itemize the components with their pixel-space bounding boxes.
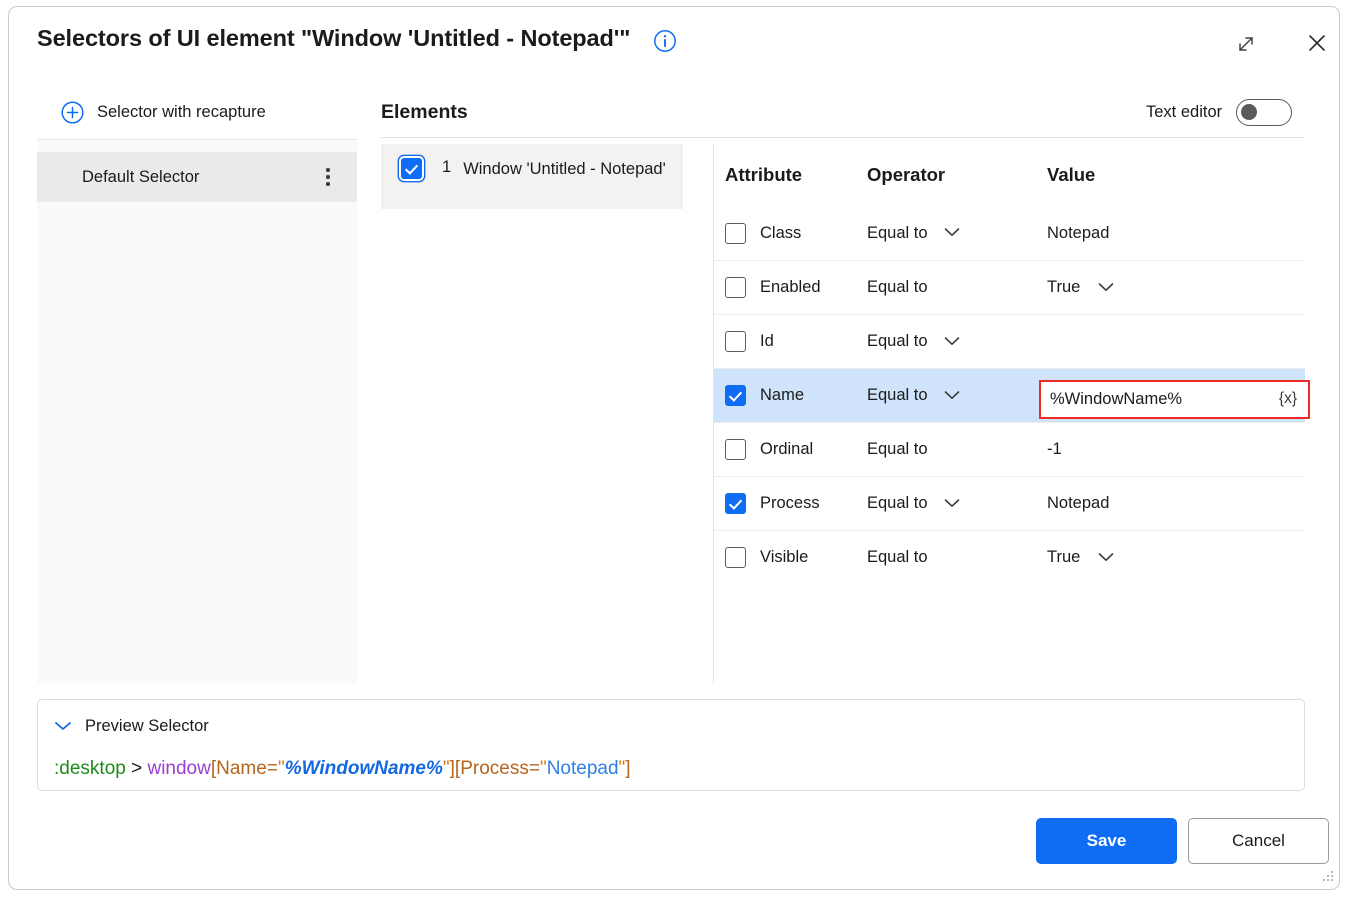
text-editor-toggle[interactable] bbox=[1236, 99, 1292, 126]
text-editor-toggle-group: Text editor bbox=[1146, 99, 1292, 126]
page-title: Selectors of UI element "Window 'Untitle… bbox=[37, 25, 630, 52]
value-dropdown-chevron-down-icon[interactable] bbox=[1098, 279, 1114, 297]
list-item[interactable]: 1 Window 'Untitled - Notepad' bbox=[381, 144, 683, 209]
selectors-sidebar: Selector with recapture Default Selector bbox=[37, 85, 357, 683]
attribute-name: Enabled bbox=[760, 278, 821, 297]
column-header-value: Value bbox=[1047, 164, 1095, 186]
column-header-attribute: Attribute bbox=[725, 164, 867, 186]
text-editor-label: Text editor bbox=[1146, 103, 1222, 122]
variable-picker-button[interactable]: {x} bbox=[1279, 390, 1297, 408]
element-index: 1 bbox=[442, 158, 451, 177]
value-text: Notepad bbox=[1047, 494, 1109, 513]
table-row[interactable]: Id Equal to bbox=[714, 314, 1305, 368]
chevron-down-icon bbox=[54, 718, 72, 736]
code-token-desktop: :desktop bbox=[54, 758, 126, 779]
code-token-eq: = bbox=[529, 758, 540, 779]
preview-selector-box: Preview Selector :desktop > window[Name=… bbox=[37, 699, 1305, 791]
code-token-gt: > bbox=[126, 758, 148, 779]
code-token-brk: ] bbox=[625, 758, 630, 779]
elements-divider bbox=[381, 137, 1305, 138]
info-circle-icon[interactable] bbox=[653, 29, 677, 53]
table-row[interactable]: Enabled Equal to True bbox=[714, 260, 1305, 314]
value-text: -1 bbox=[1047, 440, 1062, 459]
operator-text: Equal to bbox=[867, 278, 928, 297]
code-token-str: Notepad bbox=[547, 758, 619, 779]
selectors-dialog: Selectors of UI element "Window 'Untitle… bbox=[8, 6, 1340, 890]
code-token-quote: " bbox=[278, 758, 285, 779]
operator-dropdown-chevron-down-icon[interactable] bbox=[944, 224, 960, 242]
value-text: True bbox=[1047, 548, 1080, 567]
operator-text: Equal to bbox=[867, 494, 928, 513]
attribute-checkbox[interactable] bbox=[725, 493, 746, 514]
attribute-name: Class bbox=[760, 224, 801, 243]
plus-circle-icon bbox=[61, 101, 84, 124]
dialog-titlebar: Selectors of UI element "Window 'Untitle… bbox=[9, 7, 1339, 73]
attribute-name: Process bbox=[760, 494, 820, 513]
toggle-knob bbox=[1241, 104, 1257, 120]
operator-text: Equal to bbox=[867, 386, 928, 405]
attribute-checkbox[interactable] bbox=[725, 331, 746, 352]
elements-list: 1 Window 'Untitled - Notepad' bbox=[381, 144, 693, 209]
cancel-button[interactable]: Cancel bbox=[1188, 818, 1329, 864]
attribute-checkbox[interactable] bbox=[725, 277, 746, 298]
table-row[interactable]: Visible Equal to True bbox=[714, 530, 1305, 584]
value-input[interactable]: %WindowName%{x} bbox=[1039, 380, 1310, 419]
value-dropdown-chevron-down-icon[interactable] bbox=[1098, 549, 1114, 567]
selector-with-recapture-label: Selector with recapture bbox=[97, 103, 266, 122]
table-row[interactable]: Ordinal Equal to -1 bbox=[714, 422, 1305, 476]
attribute-checkbox[interactable] bbox=[725, 547, 746, 568]
attribute-name: Ordinal bbox=[760, 440, 813, 459]
expand-diagonal-icon[interactable] bbox=[1231, 29, 1261, 59]
table-row[interactable]: Process Equal to Notepad bbox=[714, 476, 1305, 530]
code-token-attr: Name bbox=[216, 758, 267, 779]
close-x-icon[interactable] bbox=[1300, 26, 1334, 60]
attribute-checkbox[interactable] bbox=[725, 439, 746, 460]
operator-dropdown-chevron-down-icon[interactable] bbox=[944, 387, 960, 405]
value-input-text: %WindowName% bbox=[1050, 390, 1279, 409]
attributes-table: Attribute Operator Value Class Equal to No… bbox=[714, 144, 1305, 584]
code-token-attr: Process bbox=[460, 758, 529, 779]
operator-text: Equal to bbox=[867, 224, 928, 243]
preview-selector-toggle[interactable]: Preview Selector bbox=[54, 717, 209, 736]
resize-grip-icon[interactable] bbox=[1319, 869, 1335, 885]
value-text: Notepad bbox=[1047, 224, 1109, 243]
attribute-checkbox[interactable] bbox=[725, 385, 746, 406]
operator-dropdown-chevron-down-icon[interactable] bbox=[944, 333, 960, 351]
table-header-row: Attribute Operator Value bbox=[714, 144, 1305, 206]
element-label: Window 'Untitled - Notepad' bbox=[463, 158, 666, 181]
attribute-checkbox[interactable] bbox=[725, 223, 746, 244]
attribute-name: Name bbox=[760, 386, 804, 405]
operator-dropdown-chevron-down-icon[interactable] bbox=[944, 495, 960, 513]
code-token-eq: = bbox=[267, 758, 278, 779]
element-checkbox[interactable] bbox=[401, 158, 422, 179]
operator-text: Equal to bbox=[867, 332, 928, 351]
more-vertical-icon[interactable] bbox=[314, 162, 342, 192]
save-button[interactable]: Save bbox=[1036, 818, 1177, 864]
preview-selector-label: Preview Selector bbox=[85, 717, 209, 736]
operator-text: Equal to bbox=[867, 548, 928, 567]
sidebar-item-label: Default Selector bbox=[82, 168, 314, 187]
code-token-var: %WindowName% bbox=[285, 758, 443, 779]
table-row[interactable]: Class Equal to Notepad bbox=[714, 206, 1305, 260]
selector-with-recapture-button[interactable]: Selector with recapture bbox=[37, 85, 357, 140]
code-token-quote: " bbox=[443, 758, 450, 779]
table-row[interactable]: Name Equal to %WindowName%{x} bbox=[714, 368, 1305, 422]
code-token-tag: window bbox=[147, 758, 210, 779]
elements-header: Elements bbox=[381, 101, 468, 124]
sidebar-item-default-selector[interactable]: Default Selector bbox=[37, 152, 357, 202]
attribute-name: Id bbox=[760, 332, 774, 351]
attribute-name: Visible bbox=[760, 548, 808, 567]
preview-selector-code: :desktop > window[Name="%WindowName%"][P… bbox=[54, 758, 631, 780]
code-token-quote: " bbox=[540, 758, 547, 779]
column-header-operator: Operator bbox=[867, 164, 1047, 186]
value-text: True bbox=[1047, 278, 1080, 297]
operator-text: Equal to bbox=[867, 440, 928, 459]
